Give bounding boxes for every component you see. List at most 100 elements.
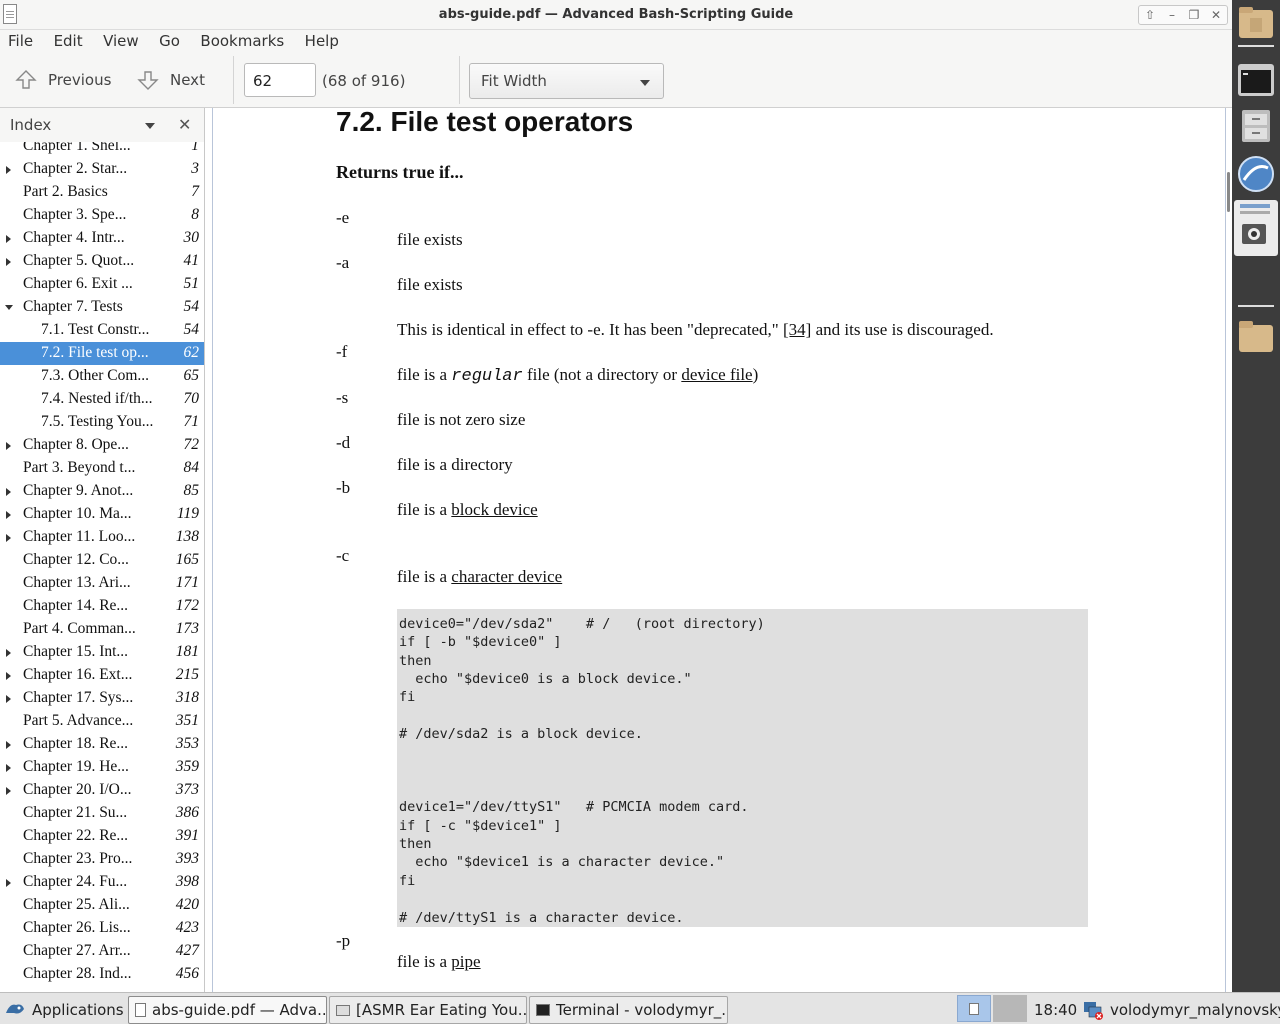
task-terminal[interactable]: Terminal - volodymyr_... xyxy=(529,996,728,1024)
document-icon xyxy=(135,1003,146,1017)
folder-icon[interactable] xyxy=(1236,316,1276,356)
collapsed-triangle-icon[interactable] xyxy=(6,258,11,266)
toc-item[interactable]: Chapter 24. Fu... 398 xyxy=(0,871,204,894)
toc-item[interactable]: Chapter 5. Quot... 41 xyxy=(0,250,204,273)
workspace-1[interactable] xyxy=(957,995,991,1022)
block-device-link[interactable]: block device xyxy=(451,500,537,519)
term-p: -p xyxy=(336,931,351,950)
menu-bookmarks[interactable]: Bookmarks xyxy=(192,30,292,50)
menu-go[interactable]: Go xyxy=(151,30,188,50)
menu-bar: File Edit View Go Bookmarks Help xyxy=(0,30,1232,52)
collapsed-triangle-icon[interactable] xyxy=(6,488,11,496)
toc-item[interactable]: Chapter 2. Star... 3 xyxy=(0,158,204,181)
vertical-scrollbar[interactable] xyxy=(1227,172,1230,212)
collapsed-triangle-icon[interactable] xyxy=(6,741,11,749)
toc-item[interactable]: Chapter 23. Pro... 393 xyxy=(0,848,204,871)
collapsed-triangle-icon[interactable] xyxy=(6,235,11,243)
toc-item[interactable]: 7.2. File test op... 62 xyxy=(0,342,204,365)
page-number-input[interactable]: 62 xyxy=(244,63,316,97)
menu-view[interactable]: View xyxy=(95,30,147,50)
collapsed-triangle-icon[interactable] xyxy=(6,442,11,450)
video-icon xyxy=(336,1004,350,1016)
toc-item-label: Chapter 14. Re... xyxy=(23,597,129,614)
toc-item[interactable]: Chapter 28. Ind... 456 xyxy=(0,963,204,986)
toc-item[interactable]: Chapter 12. Co... 165 xyxy=(0,549,204,572)
toc-item[interactable]: Chapter 15. Int... 181 xyxy=(0,641,204,664)
toc-item[interactable]: Chapter 25. Ali... 420 xyxy=(0,894,204,917)
next-page-button[interactable]: Next xyxy=(136,66,205,94)
toc-item[interactable]: Chapter 4. Intr... 30 xyxy=(0,227,204,250)
previous-page-button[interactable]: Previous xyxy=(14,66,111,94)
toc-item[interactable]: Chapter 6. Exit ... 51 xyxy=(0,273,204,296)
document-viewer-dock-icon[interactable] xyxy=(1234,200,1278,256)
collapsed-triangle-icon[interactable] xyxy=(6,764,11,772)
toc-item[interactable]: Chapter 14. Re... 172 xyxy=(0,595,204,618)
zoom-select[interactable]: Fit Width xyxy=(469,63,664,99)
close-window-button[interactable]: ✕ xyxy=(1205,6,1227,24)
clock[interactable]: 18:40 xyxy=(1034,996,1077,1024)
collapsed-triangle-icon[interactable] xyxy=(6,787,11,795)
collapsed-triangle-icon[interactable] xyxy=(6,672,11,680)
toc-item[interactable]: 7.5. Testing You... 71 xyxy=(0,411,204,434)
toc-item[interactable]: Chapter 16. Ext... 215 xyxy=(0,664,204,687)
menu-help[interactable]: Help xyxy=(297,30,347,50)
applications-menu-button[interactable]: Applications xyxy=(4,996,124,1024)
collapsed-triangle-icon[interactable] xyxy=(6,511,11,519)
toc-item[interactable]: Chapter 7. Tests 54 xyxy=(0,296,204,319)
pipe-link[interactable]: pipe xyxy=(451,952,480,971)
footnote-link[interactable]: [34] xyxy=(783,320,811,339)
collapsed-triangle-icon[interactable] xyxy=(6,534,11,542)
task-video[interactable]: [ASMR Ear Eating You... xyxy=(329,996,527,1024)
toc-item[interactable]: Chapter 27. Arr... 427 xyxy=(0,940,204,963)
toc-item[interactable]: Chapter 26. Lis... 423 xyxy=(0,917,204,940)
document-view[interactable]: 7.2. File test operators Returns true if… xyxy=(206,106,1232,992)
device-file-link[interactable]: device file xyxy=(681,365,752,384)
desc-p: file is a pipe xyxy=(397,952,481,972)
menu-edit[interactable]: Edit xyxy=(46,30,91,50)
collapsed-triangle-icon[interactable] xyxy=(6,879,11,887)
toc-item[interactable]: 7.1. Test Constr... 54 xyxy=(0,319,204,342)
toc-item[interactable]: Part 5. Advance... 351 xyxy=(0,710,204,733)
toc-item[interactable]: Chapter 11. Loo... 138 xyxy=(0,526,204,549)
index-tree[interactable]: Chapter 1. Shel... 1 Chapter 2. Star... 3 Pa… xyxy=(0,135,204,986)
home-folder-icon[interactable] xyxy=(1236,2,1276,42)
section-heading: 7.2. File test operators xyxy=(336,106,634,137)
toc-item[interactable]: Chapter 22. Re... 391 xyxy=(0,825,204,848)
toc-item[interactable]: Part 3. Beyond t... 84 xyxy=(0,457,204,480)
minimize-button[interactable]: – xyxy=(1161,6,1183,24)
task-document-viewer[interactable]: abs-guide.pdf — Adva... xyxy=(128,996,327,1024)
menu-file[interactable]: File xyxy=(0,30,41,50)
toc-item[interactable]: Chapter 8. Ope... 72 xyxy=(0,434,204,457)
shade-button[interactable]: ⇧ xyxy=(1139,6,1161,24)
workspace-2[interactable] xyxy=(993,995,1027,1022)
file-manager-icon[interactable] xyxy=(1236,106,1276,146)
collapsed-triangle-icon[interactable] xyxy=(6,649,11,657)
toc-item[interactable]: Chapter 3. Spe... 8 xyxy=(0,204,204,227)
collapsed-triangle-icon[interactable] xyxy=(6,695,11,703)
network-icon[interactable] xyxy=(1082,996,1104,1024)
toc-item[interactable]: Chapter 13. Ari... 171 xyxy=(0,572,204,595)
toc-item[interactable]: Chapter 10. Ma... 119 xyxy=(0,503,204,526)
terminal-icon[interactable] xyxy=(1236,60,1276,100)
toc-item[interactable]: Part 4. Comman... 173 xyxy=(0,618,204,641)
toc-item[interactable]: Part 2. Basics 7 xyxy=(0,181,204,204)
toc-item[interactable]: Chapter 18. Re... 353 xyxy=(0,733,204,756)
toc-item[interactable]: Chapter 17. Sys... 318 xyxy=(0,687,204,710)
toc-item[interactable]: Chapter 9. Anot... 85 xyxy=(0,480,204,503)
toc-item[interactable]: 7.3. Other Com... 65 xyxy=(0,365,204,388)
character-device-link[interactable]: character device xyxy=(451,567,562,586)
close-sidebar-icon[interactable]: ✕ xyxy=(178,115,191,134)
toc-item[interactable]: 7.4. Nested if/th... 70 xyxy=(0,388,204,411)
toc-item-label: 7.2. File test op... xyxy=(41,344,149,361)
maximize-button[interactable]: ❐ xyxy=(1183,6,1205,24)
collapsed-triangle-icon[interactable] xyxy=(6,166,11,174)
section-subheading: Returns true if... xyxy=(336,162,464,182)
toc-item[interactable]: Chapter 19. He... 359 xyxy=(0,756,204,779)
toc-item[interactable]: Chapter 20. I/O... 373 xyxy=(0,779,204,802)
sidebar-mode-dropdown-icon[interactable] xyxy=(145,123,155,129)
toc-item[interactable]: Chapter 21. Su... 386 xyxy=(0,802,204,825)
web-browser-icon[interactable] xyxy=(1236,154,1276,194)
toc-item-page: 456 xyxy=(175,965,199,982)
expanded-triangle-icon[interactable] xyxy=(5,305,13,310)
user-name[interactable]: volodymyr_malynovskyi xyxy=(1110,996,1280,1024)
